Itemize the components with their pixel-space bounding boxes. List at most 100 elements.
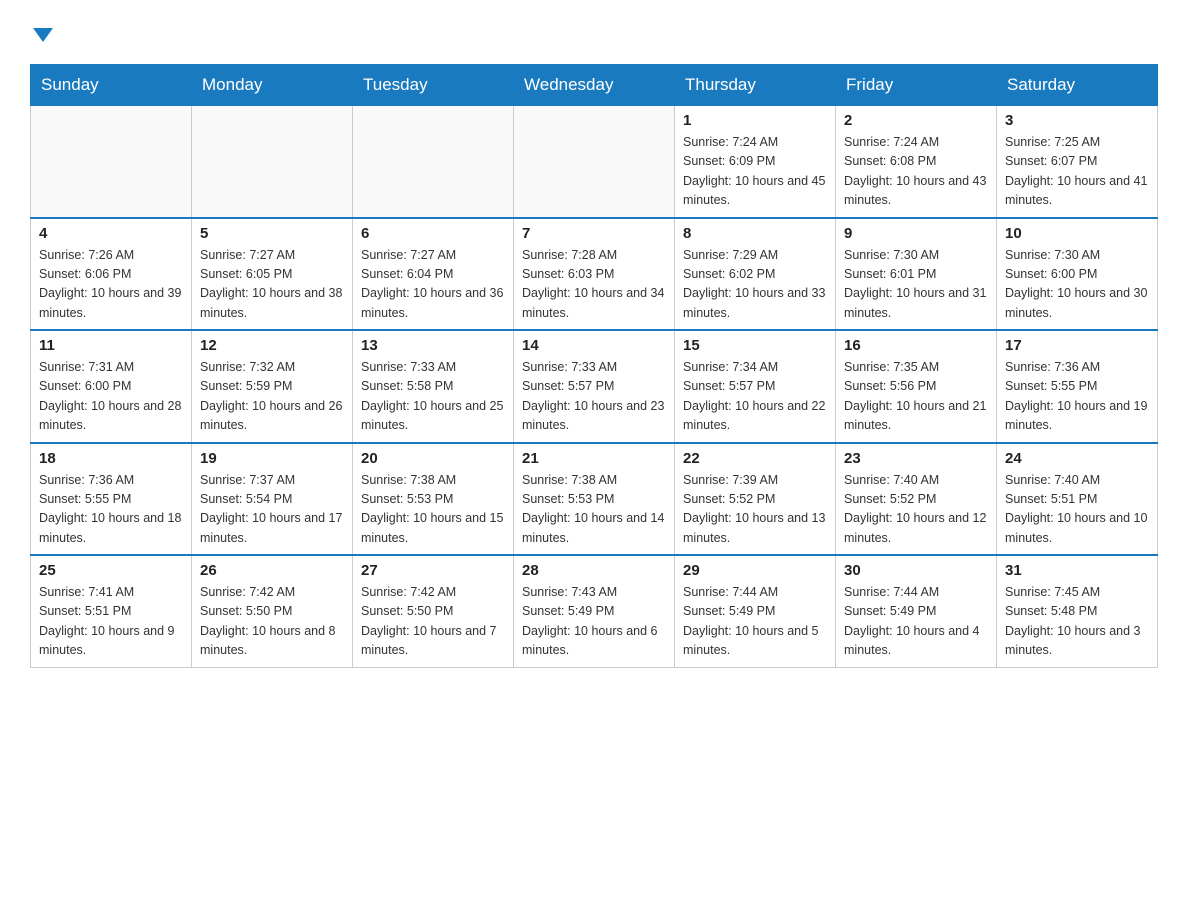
calendar-day-cell (31, 106, 192, 218)
calendar-day-cell: 23 Sunrise: 7:40 AMSunset: 5:52 PMDayligh… (836, 443, 997, 556)
day-number: 18 (39, 450, 183, 467)
calendar-day-cell (514, 106, 675, 218)
calendar-day-cell: 13 Sunrise: 7:33 AMSunset: 5:58 PMDayligh… (353, 330, 514, 443)
day-of-week-header: Saturday (997, 65, 1158, 106)
calendar-day-cell: 31Sunrise: 7:45 AMSunset: 5:48 PMDayligh… (997, 555, 1158, 667)
day-number: 19 (200, 450, 344, 467)
calendar-day-cell: 11Sunrise: 7:31 AMSunset: 6:00 PMDayligh… (31, 330, 192, 443)
calendar-day-cell: 15 Sunrise: 7:34 AMSunset: 5:57 PMDayligh… (675, 330, 836, 443)
calendar-week-row: 1 Sunrise: 7:24 AMSunset: 6:09 PMDaylight… (31, 106, 1158, 218)
day-number: 26 (200, 562, 344, 579)
day-info: Sunrise: 7:44 AMSunset: 5:49 PMDaylight:… (683, 583, 827, 661)
calendar-day-cell: 7 Sunrise: 7:28 AMSunset: 6:03 PMDaylight… (514, 218, 675, 331)
day-number: 20 (361, 450, 505, 467)
day-number: 22 (683, 450, 827, 467)
day-number: 7 (522, 225, 666, 242)
day-number: 23 (844, 450, 988, 467)
day-info: Sunrise: 7:40 AMSunset: 5:52 PMDaylight:… (844, 471, 988, 549)
day-number: 28 (522, 562, 666, 579)
day-info: Sunrise: 7:44 AMSunset: 5:49 PMDaylight:… (844, 583, 988, 661)
day-info: Sunrise: 7:27 AMSunset: 6:04 PMDaylight:… (361, 246, 505, 324)
logo-general-text (30, 28, 53, 44)
logo (30, 20, 53, 46)
calendar-day-cell: 9 Sunrise: 7:30 AMSunset: 6:01 PMDaylight… (836, 218, 997, 331)
day-number: 1 (683, 112, 827, 129)
day-of-week-header: Sunday (31, 65, 192, 106)
day-number: 11 (39, 337, 183, 354)
day-number: 10 (1005, 225, 1149, 242)
day-of-week-header: Tuesday (353, 65, 514, 106)
calendar-day-cell: 17 Sunrise: 7:36 AMSunset: 5:55 PMDayligh… (997, 330, 1158, 443)
day-info: Sunrise: 7:38 AMSunset: 5:53 PMDaylight:… (522, 471, 666, 549)
calendar-day-cell: 27 Sunrise: 7:42 AMSunset: 5:50 PMDayligh… (353, 555, 514, 667)
calendar-day-cell: 5Sunrise: 7:27 AMSunset: 6:05 PMDaylight… (192, 218, 353, 331)
calendar-day-cell: 12 Sunrise: 7:32 AMSunset: 5:59 PMDayligh… (192, 330, 353, 443)
page-header (30, 20, 1158, 46)
day-number: 2 (844, 112, 988, 129)
day-number: 13 (361, 337, 505, 354)
day-number: 17 (1005, 337, 1149, 354)
day-number: 24 (1005, 450, 1149, 467)
day-of-week-header: Thursday (675, 65, 836, 106)
calendar-day-cell: 14Sunrise: 7:33 AMSunset: 5:57 PMDayligh… (514, 330, 675, 443)
logo-arrow-icon (33, 28, 53, 42)
calendar-day-cell: 22 Sunrise: 7:39 AMSunset: 5:52 PMDayligh… (675, 443, 836, 556)
day-info: Sunrise: 7:36 AMSunset: 5:55 PMDaylight:… (39, 471, 183, 549)
calendar-day-cell (353, 106, 514, 218)
day-info: Sunrise: 7:30 AMSunset: 6:01 PMDaylight:… (844, 246, 988, 324)
day-number: 6 (361, 225, 505, 242)
calendar-week-row: 18 Sunrise: 7:36 AMSunset: 5:55 PMDayligh… (31, 443, 1158, 556)
calendar-day-cell: 4 Sunrise: 7:26 AMSunset: 6:06 PMDaylight… (31, 218, 192, 331)
calendar-day-cell: 19Sunrise: 7:37 AMSunset: 5:54 PMDayligh… (192, 443, 353, 556)
day-number: 25 (39, 562, 183, 579)
calendar-day-cell: 1 Sunrise: 7:24 AMSunset: 6:09 PMDaylight… (675, 106, 836, 218)
day-info: Sunrise: 7:32 AMSunset: 5:59 PMDaylight:… (200, 358, 344, 436)
calendar-day-cell: 20Sunrise: 7:38 AMSunset: 5:53 PMDayligh… (353, 443, 514, 556)
day-info: Sunrise: 7:39 AMSunset: 5:52 PMDaylight:… (683, 471, 827, 549)
day-info: Sunrise: 7:36 AMSunset: 5:55 PMDaylight:… (1005, 358, 1149, 436)
day-number: 16 (844, 337, 988, 354)
day-info: Sunrise: 7:43 AMSunset: 5:49 PMDaylight:… (522, 583, 666, 661)
calendar-day-cell: 25 Sunrise: 7:41 AMSunset: 5:51 PMDayligh… (31, 555, 192, 667)
day-number: 15 (683, 337, 827, 354)
calendar-week-row: 4 Sunrise: 7:26 AMSunset: 6:06 PMDaylight… (31, 218, 1158, 331)
day-info: Sunrise: 7:35 AMSunset: 5:56 PMDaylight:… (844, 358, 988, 436)
day-info: Sunrise: 7:24 AMSunset: 6:09 PMDaylight:… (683, 133, 827, 211)
day-of-week-header: Monday (192, 65, 353, 106)
calendar-day-cell: 6 Sunrise: 7:27 AMSunset: 6:04 PMDaylight… (353, 218, 514, 331)
calendar-day-cell: 16 Sunrise: 7:35 AMSunset: 5:56 PMDayligh… (836, 330, 997, 443)
day-info: Sunrise: 7:29 AMSunset: 6:02 PMDaylight:… (683, 246, 827, 324)
day-number: 21 (522, 450, 666, 467)
calendar-day-cell: 10Sunrise: 7:30 AMSunset: 6:00 PMDayligh… (997, 218, 1158, 331)
calendar-day-cell: 2 Sunrise: 7:24 AMSunset: 6:08 PMDaylight… (836, 106, 997, 218)
day-info: Sunrise: 7:45 AMSunset: 5:48 PMDaylight:… (1005, 583, 1149, 661)
day-of-week-header: Wednesday (514, 65, 675, 106)
calendar-header-row: SundayMondayTuesdayWednesdayThursdayFrid… (31, 65, 1158, 106)
day-number: 8 (683, 225, 827, 242)
calendar-week-row: 11Sunrise: 7:31 AMSunset: 6:00 PMDayligh… (31, 330, 1158, 443)
calendar-day-cell: 18 Sunrise: 7:36 AMSunset: 5:55 PMDayligh… (31, 443, 192, 556)
day-number: 30 (844, 562, 988, 579)
day-number: 4 (39, 225, 183, 242)
day-info: Sunrise: 7:42 AMSunset: 5:50 PMDaylight:… (200, 583, 344, 661)
day-info: Sunrise: 7:41 AMSunset: 5:51 PMDaylight:… (39, 583, 183, 661)
day-info: Sunrise: 7:34 AMSunset: 5:57 PMDaylight:… (683, 358, 827, 436)
day-info: Sunrise: 7:26 AMSunset: 6:06 PMDaylight:… (39, 246, 183, 324)
day-info: Sunrise: 7:24 AMSunset: 6:08 PMDaylight:… (844, 133, 988, 211)
calendar-day-cell: 8 Sunrise: 7:29 AMSunset: 6:02 PMDaylight… (675, 218, 836, 331)
day-number: 9 (844, 225, 988, 242)
calendar-day-cell: 26 Sunrise: 7:42 AMSunset: 5:50 PMDayligh… (192, 555, 353, 667)
day-info: Sunrise: 7:40 AMSunset: 5:51 PMDaylight:… (1005, 471, 1149, 549)
day-info: Sunrise: 7:33 AMSunset: 5:58 PMDaylight:… (361, 358, 505, 436)
day-number: 27 (361, 562, 505, 579)
day-info: Sunrise: 7:25 AMSunset: 6:07 PMDaylight:… (1005, 133, 1149, 211)
calendar-day-cell: 3Sunrise: 7:25 AMSunset: 6:07 PMDaylight… (997, 106, 1158, 218)
calendar-day-cell: 29Sunrise: 7:44 AMSunset: 5:49 PMDayligh… (675, 555, 836, 667)
day-number: 14 (522, 337, 666, 354)
day-number: 12 (200, 337, 344, 354)
calendar-day-cell: 28 Sunrise: 7:43 AMSunset: 5:49 PMDayligh… (514, 555, 675, 667)
day-info: Sunrise: 7:28 AMSunset: 6:03 PMDaylight:… (522, 246, 666, 324)
calendar-table: SundayMondayTuesdayWednesdayThursdayFrid… (30, 64, 1158, 668)
day-info: Sunrise: 7:42 AMSunset: 5:50 PMDaylight:… (361, 583, 505, 661)
day-info: Sunrise: 7:27 AMSunset: 6:05 PMDaylight:… (200, 246, 344, 324)
